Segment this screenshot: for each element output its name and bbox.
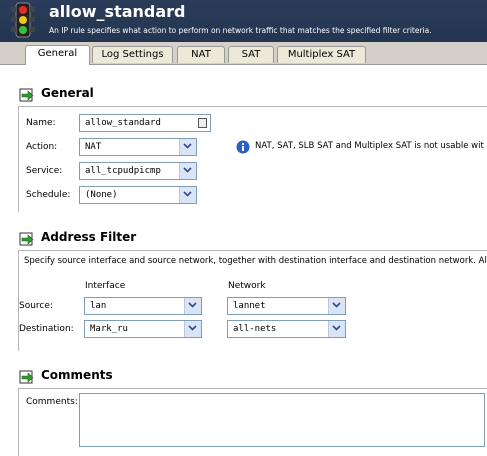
network-column-header: Network	[228, 281, 266, 291]
chevron-down-icon[interactable]	[179, 139, 196, 155]
service-value: all_tcpudpicmp	[85, 166, 161, 176]
traffic-light-icon	[11, 2, 35, 38]
source-interface-value: lan	[90, 301, 107, 311]
tab-multiplex-sat[interactable]: Multiplex SAT	[277, 46, 366, 63]
tab-general[interactable]: General	[25, 45, 90, 65]
page-title: allow_standard	[49, 2, 186, 21]
name-label: Name:	[26, 118, 56, 128]
service-select[interactable]: all_tcpudpicmp	[79, 162, 197, 180]
chevron-down-icon[interactable]	[184, 321, 201, 337]
action-value: NAT	[85, 142, 102, 152]
page-header: allow_standard An IP rule specifies what…	[0, 0, 487, 42]
source-label: Source:	[19, 301, 53, 311]
address-filter-heading: Address Filter	[41, 230, 137, 244]
tab-sat[interactable]: SAT	[228, 46, 274, 63]
comments-textarea[interactable]	[79, 393, 485, 447]
service-label: Service:	[26, 166, 63, 176]
action-label: Action:	[26, 142, 58, 152]
name-value: allow_standard	[85, 118, 161, 128]
destination-network-value: all-nets	[233, 324, 277, 334]
schedule-label: Schedule:	[26, 190, 71, 200]
destination-interface-value: Mark_ru	[90, 324, 128, 334]
tab-nat[interactable]: NAT	[177, 46, 225, 63]
chevron-down-icon[interactable]	[328, 298, 345, 314]
chevron-down-icon[interactable]	[179, 163, 196, 179]
action-select[interactable]: NAT	[79, 138, 197, 156]
schedule-select[interactable]: (None)	[79, 186, 197, 204]
chevron-down-icon[interactable]	[184, 298, 201, 314]
chevron-down-icon[interactable]	[328, 321, 345, 337]
chevron-down-icon[interactable]	[179, 187, 196, 203]
comments-heading: Comments	[41, 368, 113, 382]
comments-section-header: Comments	[0, 365, 487, 389]
section-arrow-icon	[19, 232, 34, 246]
nat-info-text: NAT, SAT, SLB SAT and Multiplex SAT is n…	[255, 141, 484, 151]
general-heading: General	[41, 86, 94, 100]
section-arrow-icon	[19, 88, 34, 102]
page-subtitle: An IP rule specifies what action to perf…	[49, 26, 432, 35]
text-editor-icon[interactable]	[198, 118, 207, 128]
section-arrow-icon	[19, 370, 34, 384]
source-network-value: lannet	[233, 301, 266, 311]
interface-column-header: Interface	[85, 281, 126, 291]
general-section-header: General	[0, 83, 487, 107]
destination-network-select[interactable]: all-nets	[227, 320, 346, 338]
destination-interface-select[interactable]: Mark_ru	[84, 320, 202, 338]
destination-label: Destination:	[19, 324, 74, 334]
address-filter-section-header: Address Filter	[0, 227, 487, 251]
source-network-select[interactable]: lannet	[227, 297, 346, 315]
source-interface-select[interactable]: lan	[84, 297, 202, 315]
comments-label: Comments:	[26, 397, 78, 407]
schedule-value: (None)	[85, 190, 118, 200]
name-field[interactable]: allow_standard	[79, 114, 211, 132]
info-icon	[236, 140, 250, 154]
tab-bar: General Log Settings NAT SAT Multiplex S…	[0, 42, 487, 65]
address-filter-description: Specify source interface and source netw…	[24, 256, 487, 266]
tab-log-settings[interactable]: Log Settings	[92, 46, 173, 63]
